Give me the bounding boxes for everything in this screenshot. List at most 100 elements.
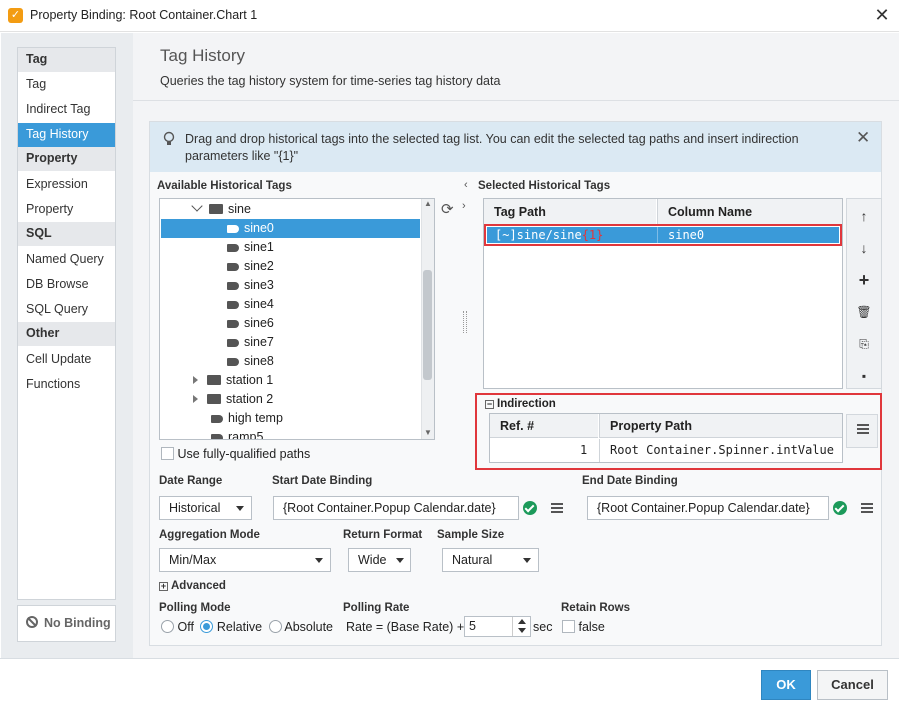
column-name-cell[interactable]: sine0 [668,228,704,242]
dropdown-arrow-icon[interactable] [236,506,244,511]
edit-binding-icon[interactable] [857,424,869,434]
tag-icon [211,434,223,439]
clipboard-icon[interactable]: ▪ [847,363,881,389]
tag-icon [227,301,239,309]
tree-item-sine0[interactable]: sine0 [227,219,274,238]
app-logo-icon: ✓ [8,8,23,23]
fully-qualified-checkbox[interactable] [161,447,174,460]
collapse-icon[interactable]: − [485,400,494,409]
cancel-button[interactable]: Cancel [817,670,888,700]
add-icon[interactable]: + [847,267,881,293]
tree-item-sine6[interactable]: sine6 [227,314,274,333]
tree-item-sine2[interactable]: sine2 [227,257,274,276]
return-format-value: Wide [358,553,387,567]
header-divider [133,100,899,101]
polling-relative-radio[interactable] [200,620,214,633]
move-up-icon[interactable]: ↑ [847,203,881,229]
polling-rate-unit: sec [533,620,553,634]
tag-path-cell[interactable]: [~]sine/sine{1} [495,228,603,242]
nav-item-indirect-tag[interactable]: Indirect Tag [18,98,115,122]
polling-absolute-radio[interactable] [268,620,282,633]
dropdown-arrow-icon[interactable] [315,558,323,563]
nav-item-db-browse[interactable]: DB Browse [18,273,115,297]
tag-icon [227,263,239,271]
folder-label: station 2 [226,392,274,406]
tag-label: sine3 [244,278,274,292]
collapse-arrow-icon[interactable]: ‹ [464,179,468,191]
nav-item-expression[interactable]: Expression [18,173,115,197]
tree-item-sine4[interactable]: sine4 [227,295,274,314]
paste-icon[interactable]: ⎘ [847,331,881,357]
aggregation-dropdown[interactable]: Min/Max [159,548,331,572]
polling-off-radio[interactable] [161,620,174,633]
indirection-param: {1} [581,228,604,242]
indirection-label: Indirection [497,398,556,410]
retain-rows-option[interactable]: false [562,620,605,634]
nav-item-sql-query[interactable]: SQL Query [18,298,115,322]
dropdown-arrow-icon[interactable] [396,558,404,563]
binding-type-nav: Tag Tag Indirect Tag Tag History Propert… [17,47,116,600]
scroll-down-icon[interactable]: ▼ [424,428,432,437]
tree-item-sine3[interactable]: sine3 [227,276,274,295]
nav-item-functions[interactable]: Functions [18,373,115,397]
refresh-icon[interactable]: ⟳ [441,200,454,218]
end-binding-label: End Date Binding [582,475,678,487]
tree-folder-sine[interactable]: sine [191,200,251,219]
folder-icon [207,375,221,385]
tree-scrollbar-thumb[interactable] [423,270,432,380]
expand-chevron-icon[interactable] [191,200,203,212]
fully-qualified-option[interactable]: Use fully-qualified paths [161,447,310,461]
tag-icon [227,244,239,252]
tree-item-sine7[interactable]: sine7 [227,333,274,352]
ref-number-cell[interactable]: 1 [580,443,587,457]
tag-label: sine2 [244,259,274,273]
stepper-down-icon[interactable] [518,628,526,633]
indirection-header[interactable]: − Indirection [485,398,556,410]
dropdown-arrow-icon[interactable] [523,558,531,563]
tree-item-high-temp[interactable]: high temp [211,409,283,428]
nav-item-tag[interactable]: Tag [18,73,115,97]
splitter-handle[interactable] [463,311,467,333]
move-down-icon[interactable]: ↓ [847,235,881,261]
tree-item-sine1[interactable]: sine1 [227,238,274,257]
column-header-tag-path[interactable]: Tag Path [484,199,656,225]
column-header-column-name[interactable]: Column Name [657,199,842,225]
nav-item-property[interactable]: Property [18,198,115,222]
expand-arrow-icon[interactable] [193,376,198,384]
nav-item-tag-history[interactable]: Tag History [18,123,115,147]
scroll-up-icon[interactable]: ▲ [424,199,432,208]
end-date-binding-input[interactable]: {Root Container.Popup Calendar.date} [587,496,829,520]
advanced-toggle[interactable]: + Advanced [159,580,226,592]
tree-item-sine8[interactable]: sine8 [227,352,274,371]
tree-folder-station-1[interactable]: station 1 [193,371,273,390]
no-binding-button[interactable]: No Binding [17,605,116,642]
add-tag-arrow-icon[interactable]: › [462,200,466,212]
close-info-icon[interactable]: ✕ [856,128,870,148]
column-header-ref[interactable]: Ref. # [490,414,598,438]
close-window-icon[interactable]: ✕ [870,4,894,28]
start-date-binding-input[interactable]: {Root Container.Popup Calendar.date} [273,496,519,520]
column-header-property-path[interactable]: Property Path [599,414,842,438]
trash-icon[interactable]: 🗑 [847,299,881,325]
tree-folder-station-2[interactable]: station 2 [193,390,273,409]
date-range-label: Date Range [159,475,223,487]
ok-button[interactable]: OK [761,670,811,700]
nav-item-named-query[interactable]: Named Query [18,248,115,272]
nav-item-cell-update[interactable]: Cell Update [18,348,115,372]
retain-rows-checkbox[interactable] [562,620,575,633]
start-valid-check-icon [523,501,537,515]
polling-rate-prefix: Rate = (Base Rate) +/- [346,620,472,634]
expand-icon[interactable]: + [159,582,168,591]
polling-rate-stepper[interactable] [512,617,530,636]
tree-item-ramp5[interactable]: ramp5 [211,428,263,439]
property-path-cell[interactable]: Root Container.Spinner.intValue [610,443,834,457]
tag-label: sine8 [244,354,274,368]
tag-label: ramp5 [228,430,264,439]
selected-tags-label: Selected Historical Tags [478,180,611,192]
aggregation-label: Aggregation Mode [159,529,260,541]
folder-label: station 1 [226,373,274,387]
expand-arrow-icon[interactable] [193,395,198,403]
stepper-up-icon[interactable] [518,619,526,624]
start-binding-editor-icon[interactable] [551,503,563,513]
end-binding-editor-icon[interactable] [861,503,873,513]
